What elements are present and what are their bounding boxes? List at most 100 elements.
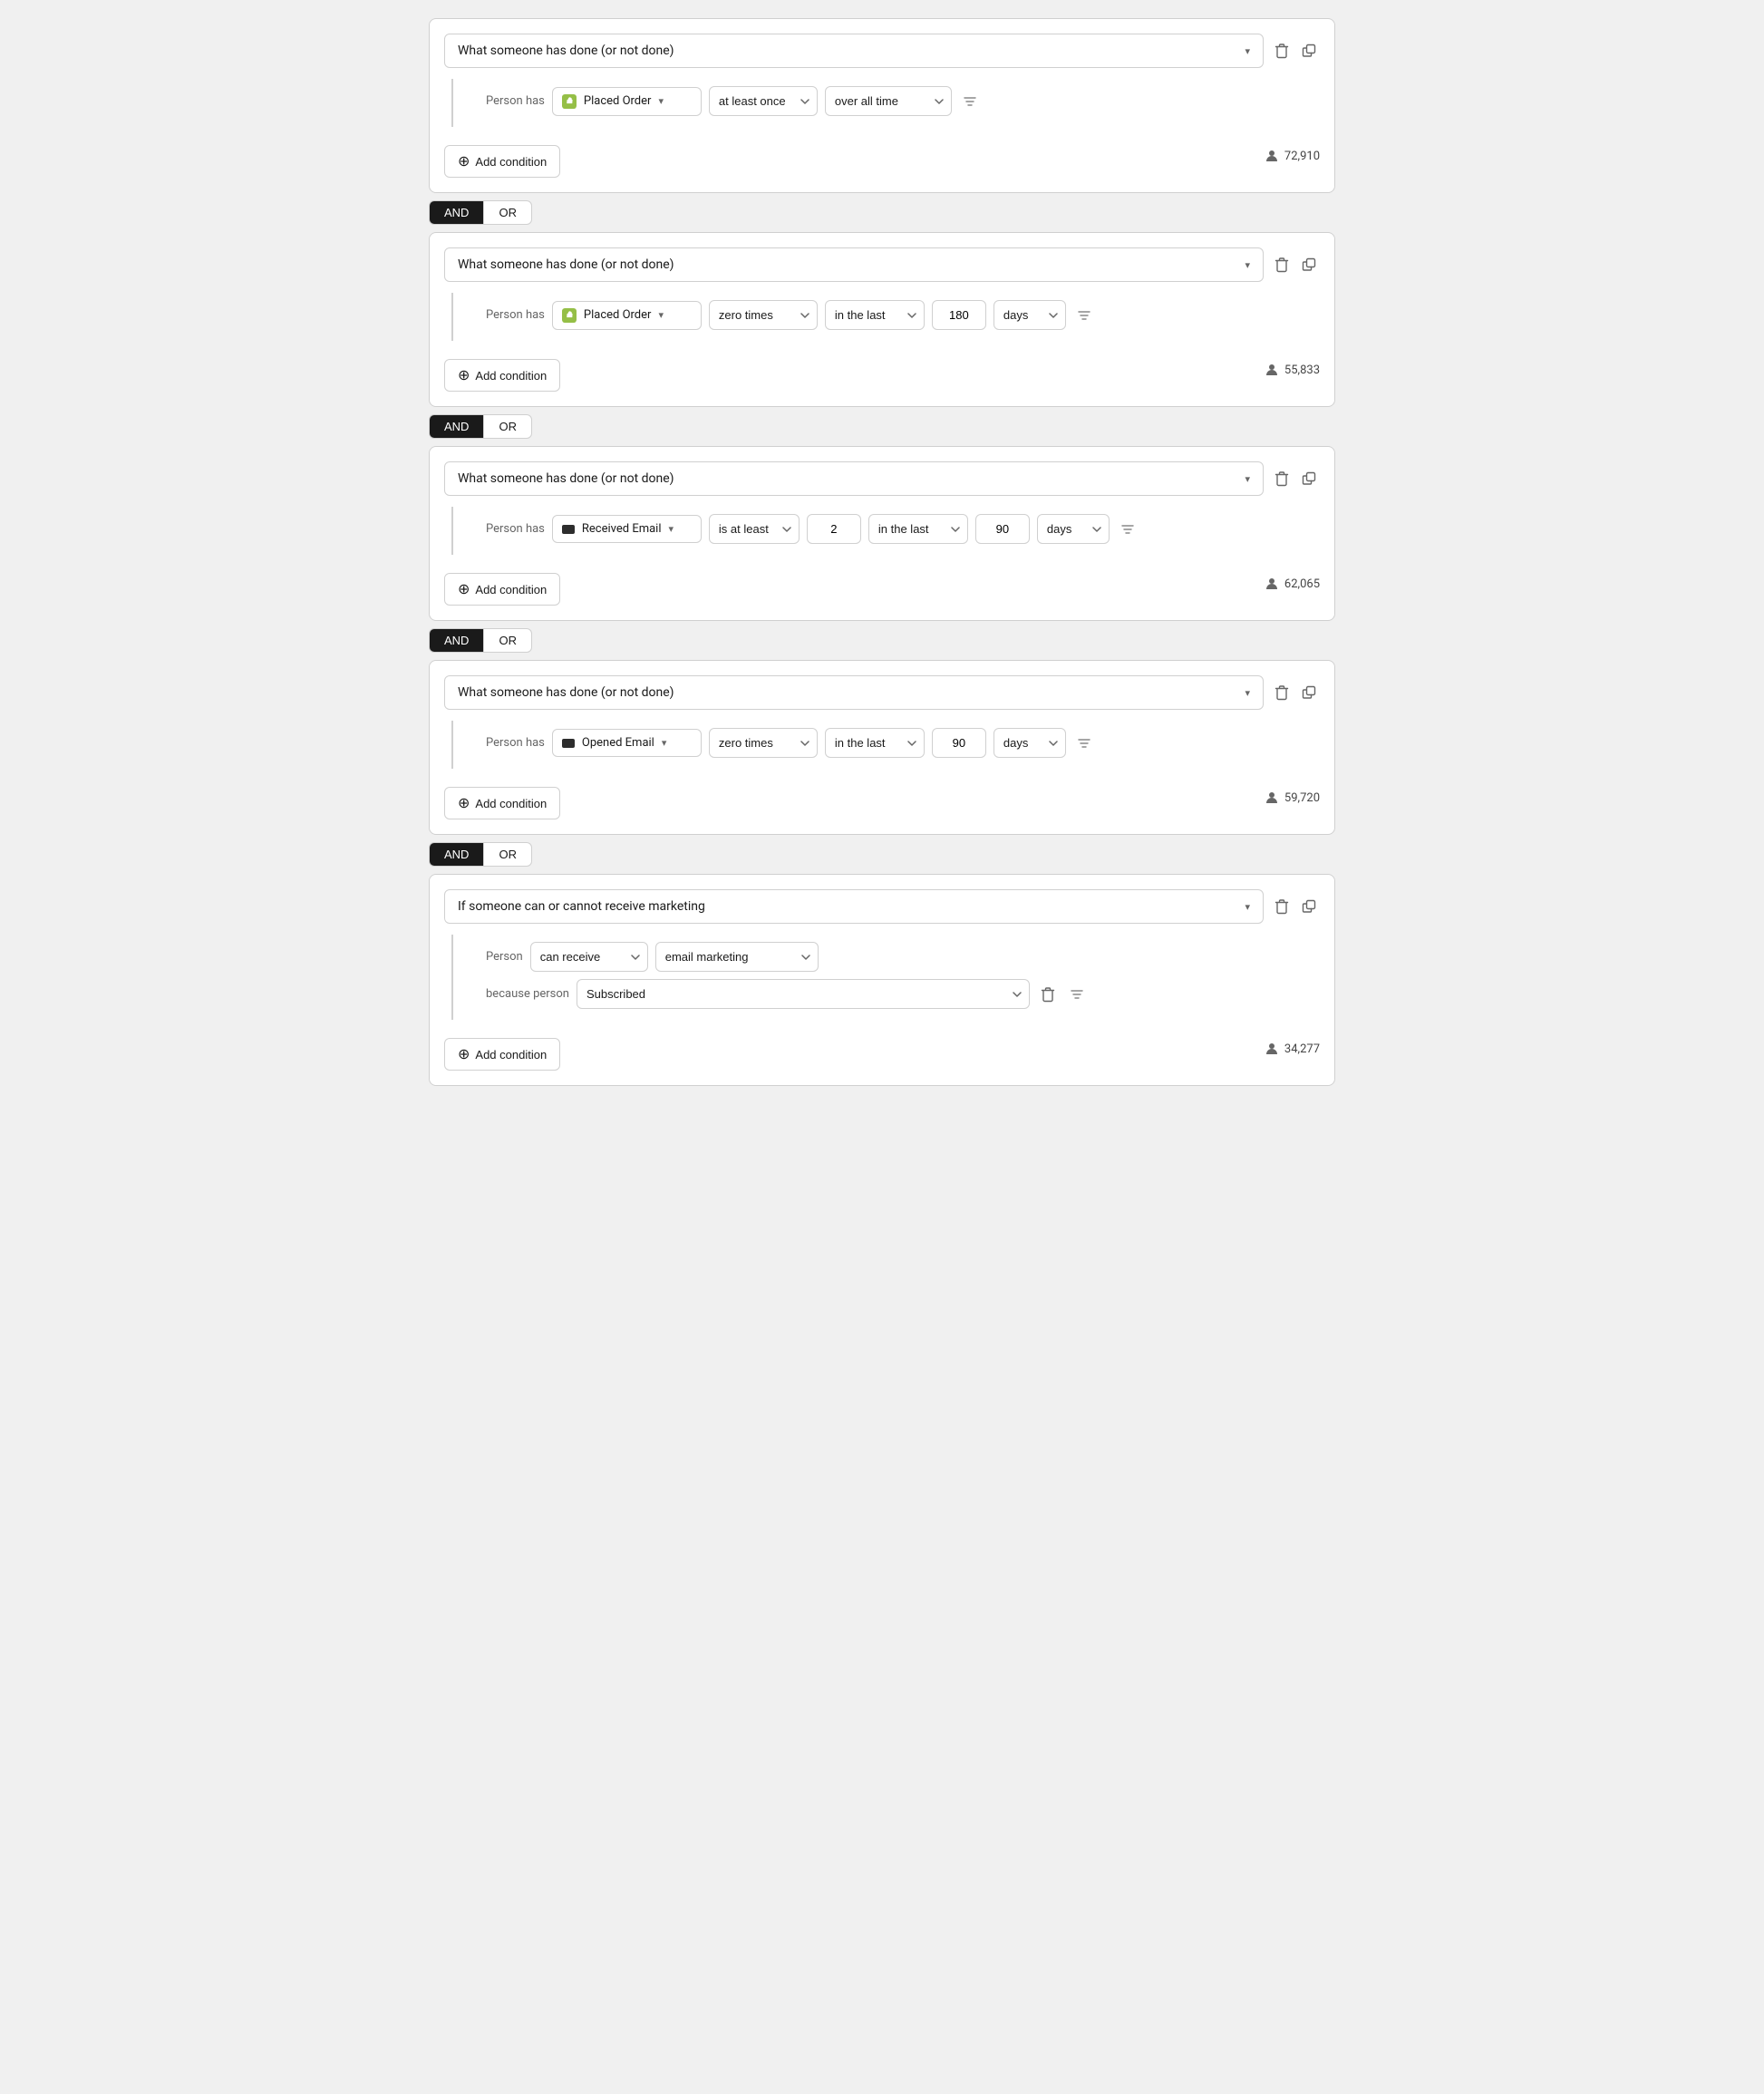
delete-button-2[interactable] bbox=[1271, 253, 1293, 276]
delete-button-3[interactable] bbox=[1271, 467, 1293, 490]
action-type-text-1: Placed Order bbox=[584, 94, 652, 108]
person-count-2: 55,833 bbox=[1265, 363, 1320, 377]
condition-actions-5 bbox=[1271, 895, 1320, 918]
and-btn-2[interactable]: AND bbox=[429, 414, 483, 439]
condition-type-select-1[interactable]: What someone has done (or not done) ▾ bbox=[444, 34, 1264, 68]
condition-row-indent-3: Person has Received Email ▾ is at least … bbox=[451, 507, 1320, 555]
count-value-5: 34,277 bbox=[1284, 1042, 1320, 1056]
action-type-text-4: Opened Email bbox=[582, 736, 654, 750]
add-condition-btn-3[interactable]: ⊕ Add condition bbox=[444, 573, 560, 606]
action-type-chevron-4: ▾ bbox=[662, 737, 667, 749]
shopify-icon-2 bbox=[562, 308, 577, 323]
and-btn-1[interactable]: AND bbox=[429, 200, 483, 225]
plus-icon-3: ⊕ bbox=[458, 580, 470, 598]
condition-row-indent-4: Person has Opened Email ▾ zero times at … bbox=[451, 721, 1320, 769]
person-count-5: 34,277 bbox=[1265, 1042, 1320, 1056]
condition-actions-1 bbox=[1271, 39, 1320, 63]
add-condition-btn-5[interactable]: ⊕ Add condition bbox=[444, 1038, 560, 1071]
timeframe-value-input-2[interactable] bbox=[932, 300, 986, 330]
copy-button-1[interactable] bbox=[1298, 40, 1320, 62]
add-condition-btn-2[interactable]: ⊕ Add condition bbox=[444, 359, 560, 392]
and-or-row-4: AND OR bbox=[429, 842, 1335, 867]
timeframe-label-select-4[interactable]: in the last over all time bbox=[825, 728, 925, 758]
timeframe-label-select-3[interactable]: in the last over all time bbox=[868, 514, 968, 544]
or-btn-2[interactable]: OR bbox=[483, 414, 532, 439]
and-btn-3[interactable]: AND bbox=[429, 628, 483, 653]
because-person-label-5: because person bbox=[486, 987, 569, 1001]
count-value-2: 55,833 bbox=[1284, 364, 1320, 377]
timeframe-unit-select-4[interactable]: days weeks months bbox=[993, 728, 1066, 758]
timeframe-label-select-2[interactable]: in the last over all time bbox=[825, 300, 925, 330]
copy-button-4[interactable] bbox=[1298, 682, 1320, 703]
action-type-select-3[interactable]: Received Email ▾ bbox=[552, 515, 702, 543]
chevron-down-icon-4: ▾ bbox=[1245, 687, 1250, 699]
condition-block-5: If someone can or cannot receive marketi… bbox=[429, 874, 1335, 1086]
add-condition-label-4: Add condition bbox=[475, 797, 547, 810]
add-condition-label-5: Add condition bbox=[475, 1048, 547, 1062]
shopify-icon-1 bbox=[562, 94, 577, 109]
filter-btn-4[interactable] bbox=[1073, 732, 1095, 754]
subscription-status-select-5[interactable]: Subscribed Never Subscribed Unsubscribed bbox=[577, 979, 1030, 1009]
condition-actions-3 bbox=[1271, 467, 1320, 490]
or-btn-1[interactable]: OR bbox=[483, 200, 532, 225]
frequency-select-4[interactable]: zero times at least once is at least bbox=[709, 728, 818, 758]
condition-type-select-4[interactable]: What someone has done (or not done) ▾ bbox=[444, 675, 1264, 710]
condition-block-2: What someone has done (or not done) ▾ bbox=[429, 232, 1335, 407]
condition-header-5: If someone can or cannot receive marketi… bbox=[444, 889, 1320, 924]
condition-type-select-3[interactable]: What someone has done (or not done) ▾ bbox=[444, 461, 1264, 496]
condition-header-2: What someone has done (or not done) ▾ bbox=[444, 247, 1320, 282]
delete-button-4[interactable] bbox=[1271, 681, 1293, 704]
frequency-select-1[interactable]: at least once zero times exactly bbox=[709, 86, 818, 116]
add-condition-btn-1[interactable]: ⊕ Add condition bbox=[444, 145, 560, 178]
timeframe-unit-select-2[interactable]: days weeks months bbox=[993, 300, 1066, 330]
filter-btn-5[interactable] bbox=[1066, 984, 1088, 1005]
condition-footer-2: ⊕ Add condition 55,833 bbox=[444, 348, 1320, 392]
condition-row-4: Person has Opened Email ▾ zero times at … bbox=[468, 728, 1320, 758]
copy-button-5[interactable] bbox=[1298, 896, 1320, 917]
action-type-text-2: Placed Order bbox=[584, 308, 652, 322]
timeframe-select-1[interactable]: over all time in the last bbox=[825, 86, 952, 116]
timeframe-unit-select-3[interactable]: days weeks months bbox=[1037, 514, 1110, 544]
condition-row-indent-1: Person has Placed Order ▾ at least once … bbox=[451, 79, 1320, 127]
frequency-select-2[interactable]: zero times at least once exactly bbox=[709, 300, 818, 330]
condition-row-5a: Person can receive cannot receive email … bbox=[468, 942, 1320, 972]
condition-type-select-2[interactable]: What someone has done (or not done) ▾ bbox=[444, 247, 1264, 282]
person-label-5: Person bbox=[486, 950, 523, 964]
condition-footer-3: ⊕ Add condition 62,065 bbox=[444, 562, 1320, 606]
or-btn-3[interactable]: OR bbox=[483, 628, 532, 653]
condition-type-select-5[interactable]: If someone can or cannot receive marketi… bbox=[444, 889, 1264, 924]
add-condition-btn-4[interactable]: ⊕ Add condition bbox=[444, 787, 560, 819]
action-type-chevron-3: ▾ bbox=[669, 523, 674, 535]
or-btn-4[interactable]: OR bbox=[483, 842, 532, 867]
and-btn-4[interactable]: AND bbox=[429, 842, 483, 867]
frequency-select-3[interactable]: is at least is at most zero times bbox=[709, 514, 800, 544]
chevron-down-icon-2: ▾ bbox=[1245, 259, 1250, 271]
timeframe-value-input-4[interactable] bbox=[932, 728, 986, 758]
can-receive-select-5[interactable]: can receive cannot receive bbox=[530, 942, 648, 972]
filter-btn-3[interactable] bbox=[1117, 519, 1139, 540]
action-type-text-3: Received Email bbox=[582, 522, 662, 536]
person-count-3: 62,065 bbox=[1265, 577, 1320, 591]
filter-btn-1[interactable] bbox=[959, 91, 981, 112]
email-icon-3 bbox=[562, 525, 575, 534]
condition-type-label-2: What someone has done (or not done) bbox=[458, 257, 674, 272]
delete-button-1[interactable] bbox=[1271, 39, 1293, 63]
and-or-row-3: AND OR bbox=[429, 628, 1335, 653]
condition-row-1: Person has Placed Order ▾ at least once … bbox=[468, 86, 1320, 116]
marketing-type-select-5[interactable]: email marketing sms marketing bbox=[655, 942, 819, 972]
action-type-select-2[interactable]: Placed Order ▾ bbox=[552, 301, 702, 330]
condition-type-label-5: If someone can or cannot receive marketi… bbox=[458, 899, 705, 914]
copy-button-3[interactable] bbox=[1298, 468, 1320, 490]
condition-actions-2 bbox=[1271, 253, 1320, 276]
person-has-label-4: Person has bbox=[486, 736, 545, 750]
copy-button-2[interactable] bbox=[1298, 254, 1320, 276]
delete-because-btn-5[interactable] bbox=[1037, 983, 1059, 1006]
delete-button-5[interactable] bbox=[1271, 895, 1293, 918]
filter-btn-2[interactable] bbox=[1073, 305, 1095, 326]
action-type-select-1[interactable]: Placed Order ▾ bbox=[552, 87, 702, 116]
and-or-row-2: AND OR bbox=[429, 414, 1335, 439]
count-input-3[interactable] bbox=[807, 514, 861, 544]
person-has-label-2: Person has bbox=[486, 308, 545, 322]
action-type-select-4[interactable]: Opened Email ▾ bbox=[552, 729, 702, 757]
timeframe-value-input-3[interactable] bbox=[975, 514, 1030, 544]
